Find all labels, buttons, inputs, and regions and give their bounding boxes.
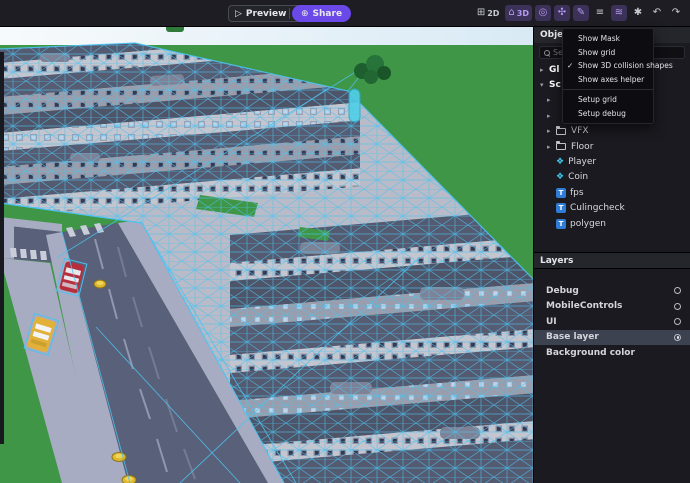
layer-row[interactable]: Base layer bbox=[534, 330, 690, 346]
scene-canvas bbox=[0, 27, 533, 483]
menu-item-label: Setup grid bbox=[578, 95, 617, 104]
tree-item[interactable]: ❖ Coin bbox=[534, 170, 690, 185]
menu-item-label: Show 3D collision shapes bbox=[578, 61, 673, 70]
layer-radio[interactable] bbox=[674, 287, 681, 294]
layer-label: Base layer bbox=[546, 332, 599, 342]
tree-item[interactable]: T fps bbox=[534, 185, 690, 200]
tree-item-label: Culingcheck bbox=[570, 203, 625, 213]
tree-item-label: Floor bbox=[571, 142, 593, 152]
layers-panel: Layers Debug MobileControls UI Base laye… bbox=[534, 252, 690, 361]
tree-chevron-icon[interactable]: ▸ bbox=[547, 127, 556, 135]
tree-item[interactable]: ▸ Floor bbox=[534, 139, 690, 154]
toolbar-icon-group: ⊞ 2D ⌂ 3D ◎ ✣ ✎ ≡ ≋ bbox=[474, 5, 684, 21]
layer-row[interactable]: Background color bbox=[534, 345, 690, 361]
menu-item[interactable]: Show grid bbox=[563, 46, 653, 60]
pencil-button[interactable]: ✎ bbox=[573, 5, 589, 21]
menu-item[interactable]: Setup debug bbox=[563, 107, 653, 121]
text-object-icon: T bbox=[556, 219, 566, 229]
menu-item-label: Show axes helper bbox=[578, 75, 644, 84]
text-object-icon: T bbox=[556, 188, 566, 198]
layer-label: MobileControls bbox=[546, 301, 622, 311]
globe-icon: ⊕ bbox=[301, 9, 309, 19]
menu-item-label: Show grid bbox=[578, 48, 615, 57]
layer-radio[interactable] bbox=[674, 318, 681, 325]
layer-label: Background color bbox=[546, 348, 635, 358]
text-object-icon: T bbox=[556, 203, 566, 213]
menu-item[interactable]: Show Mask bbox=[563, 32, 653, 46]
menu-item[interactable]: ✓ Show 3D collision shapes bbox=[563, 59, 653, 73]
layers-list: Debug MobileControls UI Base layer Backg… bbox=[534, 283, 690, 361]
layer-label: Debug bbox=[546, 286, 579, 296]
view-options-menu: Show Mask Show grid ✓ Show 3D collision … bbox=[562, 28, 654, 124]
outline-list-button[interactable]: ≡ bbox=[592, 5, 608, 21]
layers-panel-header[interactable]: Layers bbox=[534, 252, 690, 269]
view-options-layers-button[interactable]: ≋ bbox=[611, 5, 627, 21]
menu-item[interactable]: Setup grid bbox=[563, 93, 653, 107]
search-icon bbox=[544, 50, 550, 56]
tree-item[interactable]: ❖ Player bbox=[534, 154, 690, 169]
folder-icon bbox=[556, 143, 566, 150]
share-label: Share bbox=[313, 9, 343, 19]
tree-item-label: Player bbox=[568, 157, 596, 167]
tree-item[interactable]: T polygen bbox=[534, 216, 690, 231]
tree-item-label: polygen bbox=[570, 219, 606, 229]
editor-window: ▷ Preview ▾ ⊕ Share ⊞ 2D ⌂ 3D ◎ ✣ bbox=[0, 0, 690, 483]
divider bbox=[289, 8, 290, 19]
tree-item-label: Sc bbox=[549, 80, 561, 90]
menu-item-label: Setup debug bbox=[578, 109, 626, 118]
tree-item-label: Gl bbox=[549, 65, 559, 75]
gizmo-sphere-button[interactable]: ◎ bbox=[535, 5, 551, 21]
debug-spider-button[interactable]: ✱ bbox=[630, 5, 646, 21]
mesh-object-icon: ❖ bbox=[556, 157, 564, 167]
menu-divider bbox=[563, 89, 653, 90]
tree-chevron-icon[interactable]: ▸ bbox=[547, 96, 556, 104]
mesh-object-icon: ❖ bbox=[556, 172, 564, 182]
viewport-left-edge bbox=[0, 52, 4, 444]
tree-item[interactable]: T Culingcheck bbox=[534, 201, 690, 216]
redo-button[interactable]: ↷ bbox=[668, 5, 684, 21]
menu-item-label: Show Mask bbox=[578, 34, 620, 43]
viewport-3d[interactable] bbox=[0, 27, 533, 483]
folder-icon bbox=[556, 128, 566, 135]
player-capsule[interactable] bbox=[349, 89, 360, 122]
tree-item-label: Coin bbox=[568, 172, 588, 182]
tree-chevron-icon[interactable]: ▸ bbox=[540, 66, 549, 74]
layer-label: UI bbox=[546, 317, 557, 327]
layer-radio[interactable] bbox=[674, 334, 681, 341]
horizon-bush[interactable] bbox=[166, 27, 184, 32]
play-icon: ▷ bbox=[235, 9, 242, 19]
buildings-3d-button[interactable]: ⌂ 3D bbox=[505, 5, 532, 21]
tree-item-label: fps bbox=[570, 188, 584, 198]
tree-chevron-icon[interactable]: ▸ bbox=[547, 143, 556, 151]
top-toolbar: ▷ Preview ▾ ⊕ Share ⊞ 2D ⌂ 3D ◎ ✣ bbox=[0, 0, 690, 27]
preview-label: Preview bbox=[246, 9, 287, 19]
share-button[interactable]: ⊕ Share bbox=[292, 5, 351, 22]
physics-fan-button[interactable]: ✣ bbox=[554, 5, 570, 21]
menu-item[interactable]: Show axes helper bbox=[563, 73, 653, 87]
layer-row[interactable]: MobileControls bbox=[534, 299, 690, 315]
layer-radio[interactable] bbox=[674, 303, 681, 310]
undo-button[interactable]: ↶ bbox=[649, 5, 665, 21]
tree-item-label: VFX bbox=[571, 126, 589, 136]
grid-2d-button[interactable]: ⊞ 2D bbox=[474, 5, 503, 21]
checkmark-icon: ✓ bbox=[567, 61, 573, 70]
layer-row[interactable]: UI bbox=[534, 314, 690, 330]
tree-chevron-icon[interactable]: ▾ bbox=[540, 81, 549, 89]
tree-chevron-icon[interactable]: ▸ bbox=[547, 112, 556, 120]
layer-row[interactable]: Debug bbox=[534, 283, 690, 299]
tree-item[interactable]: ▸ VFX bbox=[534, 124, 690, 139]
